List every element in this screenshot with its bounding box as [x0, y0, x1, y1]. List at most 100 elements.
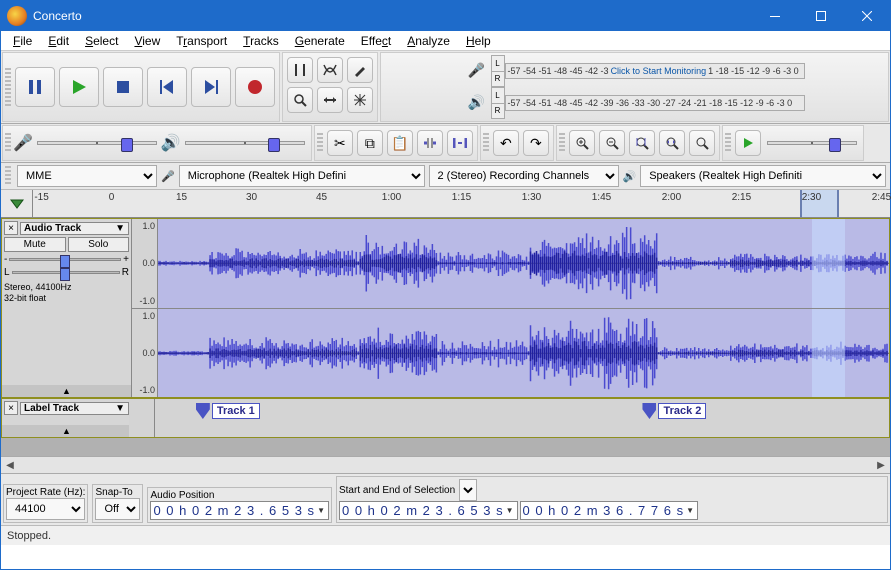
- horizontal-scrollbar[interactable]: ◀ ▶: [1, 456, 890, 474]
- toolbars-row2: 🎤 🔊 ✂ ⧉ 📋 ↶ ↷: [1, 124, 890, 163]
- play-speed-slider[interactable]: [767, 141, 857, 145]
- multi-tool[interactable]: [347, 87, 373, 113]
- track-header: × Audio Track▼ Mute Solo -+ LR Stereo, 4…: [2, 219, 132, 397]
- track-collapse-button[interactable]: ▲: [2, 385, 131, 397]
- lr-labels: LR: [491, 87, 505, 119]
- pin-button[interactable]: [1, 190, 33, 217]
- stop-button[interactable]: [103, 67, 143, 107]
- track-name-dropdown[interactable]: Audio Track▼: [20, 222, 129, 235]
- selection-start-field[interactable]: 0 0 h 0 2 m 2 3 . 6 5 3 s▼: [339, 501, 518, 520]
- grip[interactable]: [559, 133, 565, 153]
- zoom-toggle-button[interactable]: [689, 130, 715, 156]
- selection-tool[interactable]: [287, 57, 313, 83]
- edit-toolbar: ✂ ⧉ 📋: [314, 125, 478, 161]
- zoom-in-button[interactable]: [569, 130, 595, 156]
- track-close-button[interactable]: ×: [4, 221, 18, 235]
- tracks-area: × Audio Track▼ Mute Solo -+ LR Stereo, 4…: [1, 218, 890, 456]
- paste-button[interactable]: 📋: [387, 130, 413, 156]
- close-button[interactable]: [844, 1, 890, 31]
- menu-tracks[interactable]: Tracks: [235, 33, 287, 49]
- undo-toolbar: ↶ ↷: [480, 125, 554, 161]
- output-device-select[interactable]: Speakers (Realtek High Definiti: [640, 165, 886, 187]
- grip[interactable]: [5, 166, 11, 186]
- silence-button[interactable]: [447, 130, 473, 156]
- channels-select[interactable]: 2 (Stereo) Recording Channels: [429, 165, 619, 187]
- redo-button[interactable]: ↷: [523, 130, 549, 156]
- gain-slider[interactable]: [9, 258, 121, 261]
- label-text[interactable]: Track 2: [658, 403, 706, 419]
- maximize-button[interactable]: [798, 1, 844, 31]
- trim-button[interactable]: [417, 130, 443, 156]
- grip[interactable]: [483, 133, 489, 153]
- waveform-right[interactable]: [158, 309, 889, 398]
- track-collapse-button[interactable]: ▲: [2, 425, 131, 437]
- label-text[interactable]: Track 1: [212, 403, 260, 419]
- lr-labels: LR: [491, 55, 505, 87]
- playatspeed-toolbar: [722, 125, 864, 161]
- waveform-left[interactable]: [158, 219, 889, 308]
- menu-generate[interactable]: Generate: [287, 33, 353, 49]
- speaker-icon[interactable]: 🔊: [468, 94, 486, 112]
- zoom-out-button[interactable]: [599, 130, 625, 156]
- grip[interactable]: [5, 133, 11, 153]
- skip-start-button[interactable]: [147, 67, 187, 107]
- copy-button[interactable]: ⧉: [357, 130, 383, 156]
- zoom-tool[interactable]: [287, 87, 313, 113]
- timeline-ruler[interactable]: -1501530451:001:151:301:452:002:152:302:…: [33, 190, 890, 217]
- mic-icon[interactable]: 🎤: [468, 62, 486, 80]
- minimize-button[interactable]: [752, 1, 798, 31]
- play-meter[interactable]: -57 -54 -51 -48 -45 -42 -39 -36 -33 -30 …: [505, 95, 805, 111]
- fit-selection-button[interactable]: [629, 130, 655, 156]
- statusbar: Stopped.: [1, 525, 890, 545]
- record-button[interactable]: [235, 67, 275, 107]
- grip[interactable]: [5, 68, 11, 106]
- input-device-select[interactable]: Microphone (Realtek High Defini: [179, 165, 425, 187]
- menu-file[interactable]: File: [5, 33, 40, 49]
- menu-help[interactable]: Help: [458, 33, 499, 49]
- play-volume-slider[interactable]: [185, 141, 305, 145]
- track-close-button[interactable]: ×: [4, 401, 18, 415]
- menu-transport[interactable]: Transport: [168, 33, 235, 49]
- play-button[interactable]: [59, 67, 99, 107]
- audio-position-field[interactable]: 0 0 h 0 2 m 2 3 . 6 5 3 s▼: [150, 501, 329, 520]
- grip[interactable]: [725, 133, 731, 153]
- device-toolbar: MME 🎤 Microphone (Realtek High Defini 2 …: [1, 163, 890, 190]
- waveform-selection: [812, 219, 845, 308]
- scroll-left-icon[interactable]: ◀: [1, 457, 19, 473]
- speaker-icon: 🔊: [623, 170, 637, 183]
- draw-tool[interactable]: [347, 57, 373, 83]
- menu-select[interactable]: Select: [77, 33, 126, 49]
- pan-slider[interactable]: [12, 271, 120, 274]
- label-track-body[interactable]: Track 1 Track 2: [132, 399, 889, 437]
- cut-button[interactable]: ✂: [327, 130, 353, 156]
- menu-effect[interactable]: Effect: [353, 33, 399, 49]
- project-rate-select[interactable]: 44100: [6, 498, 85, 520]
- track-name-dropdown[interactable]: Label Track▼: [20, 402, 129, 415]
- pause-button[interactable]: [15, 67, 55, 107]
- label-marker[interactable]: Track 1: [196, 403, 260, 419]
- undo-button[interactable]: ↶: [493, 130, 519, 156]
- timeshift-tool[interactable]: [317, 87, 343, 113]
- menu-view[interactable]: View: [126, 33, 168, 49]
- menubar: File Edit Select View Transport Tracks G…: [1, 31, 890, 51]
- record-volume-slider[interactable]: [37, 141, 157, 145]
- audio-host-select[interactable]: MME: [17, 165, 157, 187]
- scroll-right-icon[interactable]: ▶: [872, 457, 890, 473]
- skip-end-button[interactable]: [191, 67, 231, 107]
- snap-select[interactable]: Off: [95, 498, 140, 520]
- mute-button[interactable]: Mute: [4, 237, 66, 252]
- selection-format-select[interactable]: [459, 479, 477, 501]
- solo-button[interactable]: Solo: [68, 237, 130, 252]
- envelope-tool[interactable]: [317, 57, 343, 83]
- grip[interactable]: [317, 133, 323, 153]
- label-marker[interactable]: Track 2: [642, 403, 706, 419]
- selection-end-field[interactable]: 0 0 h 0 2 m 3 6 . 7 7 6 s▼: [520, 501, 699, 520]
- wave-scale: 1.00.0-1.0: [132, 219, 158, 308]
- record-meter[interactable]: -57 -54 -51 -48 -45 -42 -3Click to Start…: [505, 63, 805, 79]
- fit-project-button[interactable]: [659, 130, 685, 156]
- play-at-speed-button[interactable]: [735, 130, 761, 156]
- waveform-selection: [812, 309, 845, 398]
- audio-track: × Audio Track▼ Mute Solo -+ LR Stereo, 4…: [1, 218, 890, 398]
- menu-analyze[interactable]: Analyze: [399, 33, 458, 49]
- menu-edit[interactable]: Edit: [40, 33, 77, 49]
